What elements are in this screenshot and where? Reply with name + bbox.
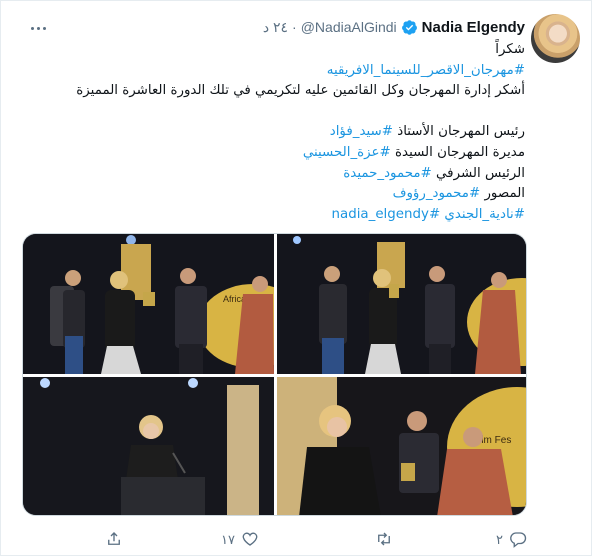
text-line: أشكر إدارة المهرجان وكل القائمين عليه لت… bbox=[76, 83, 525, 99]
like-button[interactable]: ١٧ bbox=[221, 528, 259, 552]
photo-illustration: African Film bbox=[23, 234, 274, 374]
line-prefix: المصور bbox=[480, 186, 525, 202]
hashtag-link[interactable]: #محمود_حميدة bbox=[343, 166, 431, 181]
photo-illustration: Film Fes bbox=[277, 377, 526, 515]
text-line: #نادية_الجندي #nadia_elgendy bbox=[21, 205, 526, 226]
text-line: الرئيس الشرفي #محمود_حميدة bbox=[21, 164, 525, 185]
speech-at-podium-photo[interactable] bbox=[23, 377, 274, 515]
share-button[interactable] bbox=[99, 528, 123, 552]
ceremony-group-photo-2[interactable] bbox=[277, 234, 526, 374]
reply-icon bbox=[509, 530, 527, 551]
line-prefix: الرئيس الشرفي bbox=[431, 165, 525, 181]
award-handshake-photo[interactable]: Film Fes bbox=[277, 377, 526, 515]
verified-badge-icon bbox=[401, 19, 418, 36]
like-count: ١٧ bbox=[221, 532, 235, 547]
tweet-actions: ٢ ١٧ bbox=[1, 528, 592, 552]
line-prefix: رئيس المهرجان الأستاذ bbox=[392, 124, 525, 140]
share-icon bbox=[105, 530, 123, 551]
tweet-text: شكراً #مهرجان_الاقصر_للسينما_الافريقيه أ… bbox=[21, 40, 525, 225]
hashtag-link[interactable]: #محمود_رؤوف bbox=[393, 186, 481, 201]
text-line: مديرة المهرجان السيدة #عزة_الحسيني bbox=[21, 143, 525, 164]
more-options-icon[interactable] bbox=[23, 13, 53, 43]
tweet-header: Nadia Elgendy @NadiaAlGindi · ٢٤ د bbox=[263, 17, 525, 37]
user-handle[interactable]: @NadiaAlGindi bbox=[301, 19, 397, 35]
timestamp[interactable]: ٢٤ د bbox=[263, 19, 288, 36]
text-line: رئيس المهرجان الأستاذ #سيد_فؤاد bbox=[21, 122, 525, 143]
hashtag-link[interactable]: #عزة_الحسيني bbox=[303, 145, 391, 160]
media-grid: African Film Fes bbox=[22, 233, 527, 516]
hashtag-link[interactable]: #مهرجان_الاقصر_للسينما_الافريقيه bbox=[21, 61, 525, 82]
line-prefix: مديرة المهرجان السيدة bbox=[390, 144, 525, 160]
ceremony-group-photo-1[interactable]: African Film bbox=[23, 234, 274, 374]
hashtag-link[interactable]: #نادية_الجندي #nadia_elgendy bbox=[332, 207, 526, 222]
avatar[interactable] bbox=[531, 14, 580, 63]
hashtag-link[interactable]: #سيد_فؤاد bbox=[330, 124, 393, 139]
tweet-card[interactable]: Nadia Elgendy @NadiaAlGindi · ٢٤ د شكراً… bbox=[0, 0, 592, 556]
text-line: شكراً bbox=[495, 42, 525, 57]
retweet-icon bbox=[375, 530, 393, 551]
separator-dot: · bbox=[292, 19, 297, 35]
display-name[interactable]: Nadia Elgendy bbox=[422, 19, 525, 36]
like-icon bbox=[241, 530, 259, 551]
reply-button[interactable]: ٢ bbox=[496, 528, 527, 552]
photo-illustration bbox=[23, 377, 274, 515]
reply-count: ٢ bbox=[496, 532, 503, 547]
photo-illustration bbox=[277, 234, 526, 374]
retweet-button[interactable] bbox=[369, 528, 393, 552]
text-line: المصور #محمود_رؤوف bbox=[21, 184, 525, 205]
